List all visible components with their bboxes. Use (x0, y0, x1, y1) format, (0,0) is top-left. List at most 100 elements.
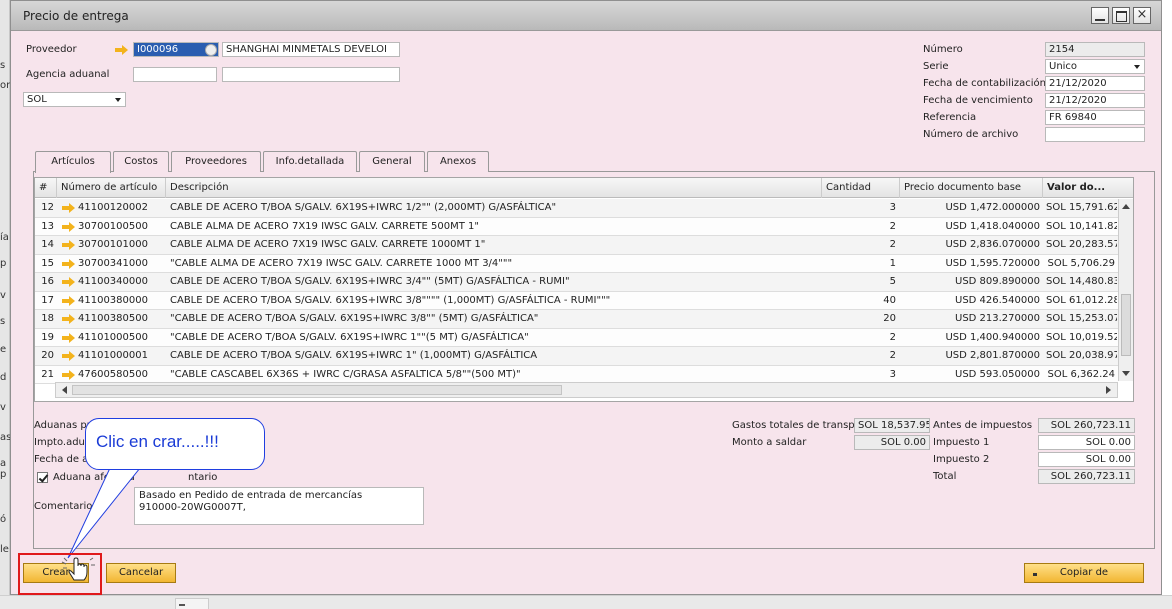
bg-letter: v (0, 402, 6, 413)
copiar-de-button[interactable]: Copiar de (1024, 563, 1144, 583)
item-value: SOL 15,253.07 (1046, 313, 1117, 324)
table-row[interactable]: 14 30700101000 CABLE ALMA DE ACERO 7X19 … (35, 236, 1118, 255)
link-arrow-icon[interactable] (62, 351, 75, 361)
agencia-label: Agencia aduanal (26, 69, 110, 80)
link-arrow-icon[interactable] (115, 45, 129, 55)
bg-letter: p (0, 258, 7, 269)
item-value: SOL 15,791.62 (1046, 202, 1117, 213)
comentarios-textarea[interactable]: Basado en Pedido de entrada de mercancía… (134, 487, 424, 525)
agencia-name-field[interactable] (222, 67, 400, 82)
item-number: 41100120002 (78, 202, 148, 213)
bg-letter: ía (0, 232, 9, 243)
item-description: "CABLE DE ACERO T/BOA S/GALV. 6X19S+IWRC… (170, 331, 529, 343)
row-number: 13 (41, 220, 54, 232)
tab-info-detallada[interactable]: Info.detallada (263, 151, 357, 172)
monto-saldar-field[interactable]: SOL 0.00 (854, 435, 930, 450)
scroll-down-icon[interactable] (1122, 371, 1130, 376)
col-header-index[interactable]: # (35, 178, 57, 198)
item-number: 30700341000 (78, 257, 148, 269)
link-arrow-icon[interactable] (62, 314, 75, 324)
col-header-description[interactable]: Descripción (166, 178, 822, 198)
row-number: 16 (41, 276, 54, 287)
referencia-field[interactable]: FR 69840 (1045, 110, 1145, 125)
numero-archivo-field[interactable] (1045, 127, 1145, 142)
title-bar[interactable]: Precio de entrega × (11, 1, 1161, 31)
item-number: 30700101000 (78, 239, 148, 250)
link-arrow-icon[interactable] (62, 332, 75, 343)
antes-impuestos-field[interactable]: SOL 260,723.11 (1038, 418, 1135, 433)
total-field[interactable]: SOL 260,723.11 (1038, 469, 1135, 484)
table-row[interactable]: 13 30700100500 CABLE ALMA DE ACERO 7X19 … (35, 217, 1118, 236)
window-title: Precio de entrega (23, 9, 129, 23)
minimized-window-icon[interactable] (175, 598, 209, 609)
item-base-price: USD 1,595.720000 (945, 257, 1040, 269)
horizontal-scrollbar[interactable] (55, 382, 1118, 398)
item-description: CABLE ALMA DE ACERO 7X19 IWSC GALV. CARR… (170, 239, 486, 250)
maximize-icon[interactable] (1112, 7, 1130, 24)
col-header-value[interactable]: Valor do... (1043, 178, 1118, 198)
scroll-left-icon[interactable] (62, 386, 67, 394)
scroll-thumb[interactable] (72, 385, 562, 395)
table-row[interactable]: 18 41100380500 "CABLE DE ACERO T/BOA S/G… (35, 310, 1118, 329)
serie-select[interactable]: Unico (1045, 59, 1145, 74)
aduana-afecta-label-tail: ntario (188, 472, 218, 483)
col-header-item-number[interactable]: Número de artículo (57, 178, 166, 198)
item-value: SOL 61,012.28 (1046, 294, 1117, 306)
link-arrow-icon[interactable] (62, 369, 75, 380)
cancelar-button[interactable]: Cancelar (106, 563, 176, 583)
item-quantity: 40 (883, 294, 896, 306)
tab-proveedores[interactable]: Proveedores (171, 151, 261, 172)
item-description: "CABLE ALMA DE ACERO 7X19 IWSC GALV. CAR… (170, 257, 513, 269)
aduana-afecta-checkbox[interactable] (37, 472, 48, 483)
tab-costos[interactable]: Costos (113, 151, 169, 172)
row-number: 15 (41, 257, 54, 269)
vertical-scrollbar[interactable] (1118, 199, 1133, 381)
impuesto-2-field[interactable]: SOL 0.00 (1038, 452, 1135, 467)
scroll-right-icon[interactable] (1106, 386, 1111, 394)
numero-field[interactable]: 2154 (1045, 42, 1145, 57)
scroll-up-icon[interactable] (1122, 204, 1130, 209)
landed-cost-window: Precio de entrega × Proveedor I000096 SH… (10, 0, 1162, 595)
close-icon[interactable]: × (1133, 7, 1151, 24)
bg-letter: le (0, 544, 9, 555)
hand-cursor-icon (61, 557, 95, 581)
tab-anexos[interactable]: Anexos (427, 151, 489, 172)
link-arrow-icon[interactable] (62, 240, 75, 250)
item-base-price: USD 213.270000 (955, 313, 1040, 324)
table-row[interactable]: 20 41101000001 CABLE DE ACERO T/BOA S/GA… (35, 347, 1118, 366)
item-number: 30700100500 (78, 220, 148, 232)
item-quantity: 2 (889, 220, 896, 232)
impuesto-2-label: Impuesto 2 (933, 454, 990, 465)
link-arrow-icon[interactable] (62, 258, 75, 269)
bg-letter: d (0, 372, 7, 383)
scroll-thumb[interactable] (1121, 294, 1131, 356)
col-header-base-price[interactable]: Precio documento base (900, 178, 1043, 198)
proveedor-name-field[interactable]: SHANGHAI MINMETALS DEVELOI (222, 42, 400, 57)
tab-general[interactable]: General (359, 151, 425, 172)
item-description: CABLE ALMA DE ACERO 7X19 IWSC GALV. CARR… (170, 220, 480, 232)
fecha-vencimiento-field[interactable]: 21/12/2020 (1045, 93, 1145, 108)
item-quantity: 2 (889, 331, 896, 343)
table-row[interactable]: 17 41100380000 CABLE DE ACERO T/BOA S/GA… (35, 291, 1118, 310)
fecha-contabilizacion-field[interactable]: 21/12/2020 (1045, 76, 1145, 91)
tutorial-callout: Clic en crar.....!!! (85, 418, 265, 470)
impuesto-1-label: Impuesto 1 (933, 437, 990, 448)
gastos-totales-field[interactable]: SOL 18,537.95 (854, 418, 930, 433)
link-arrow-icon[interactable] (62, 277, 75, 287)
item-description: CABLE DE ACERO T/BOA S/GALV. 6X19S+IWRC … (170, 294, 611, 306)
tab-articulos[interactable]: Artículos (35, 151, 111, 173)
currency-select[interactable]: SOL (23, 92, 126, 107)
table-row[interactable]: 15 30700341000 "CABLE ALMA DE ACERO 7X19… (35, 254, 1118, 273)
table-row[interactable]: 12 41100120002 CABLE DE ACERO T/BOA S/GA… (35, 199, 1118, 218)
impuesto-1-field[interactable]: SOL 0.00 (1038, 435, 1135, 450)
agencia-code-field[interactable] (133, 67, 217, 82)
table-row[interactable]: 16 41100340000 CABLE DE ACERO T/BOA S/GA… (35, 273, 1118, 292)
link-arrow-icon[interactable] (62, 295, 75, 306)
link-arrow-icon[interactable] (62, 203, 75, 213)
lookup-icon[interactable] (205, 44, 217, 56)
link-arrow-icon[interactable] (62, 221, 75, 232)
table-row[interactable]: 19 41101000500 "CABLE DE ACERO T/BOA S/G… (35, 328, 1118, 347)
col-header-quantity[interactable]: Cantidad (822, 178, 900, 198)
table-header: # Número de artículo Descripción Cantida… (35, 178, 1133, 198)
minimize-icon[interactable] (1091, 7, 1109, 24)
